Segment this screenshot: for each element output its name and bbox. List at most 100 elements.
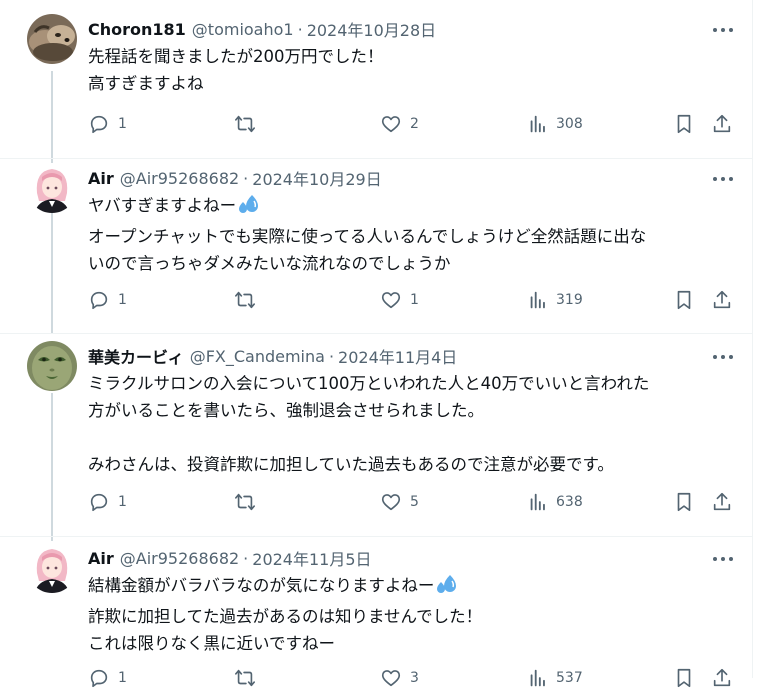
divider bbox=[0, 158, 752, 159]
action-bar: 1 2 308 bbox=[88, 112, 743, 136]
post-text: ミラクルサロンの入会について100万といわれた人と40万でいいと言われた 方がい… bbox=[88, 370, 743, 478]
reply-count: 1 bbox=[118, 670, 127, 686]
post[interactable]: Air @Air95268682 · 2024年11月5日 結構金額がバラバラな… bbox=[0, 543, 752, 688]
like-icon bbox=[380, 113, 402, 135]
post-text-line: ヤバすぎますよねー bbox=[88, 196, 237, 215]
post-text-line: いので言っちゃダメみたいな流れなのでしょうか bbox=[88, 254, 451, 273]
post[interactable]: Choron181 @tomioaho1 · 2024年10月28日 先程話を聞… bbox=[0, 14, 752, 154]
views-icon bbox=[528, 113, 548, 135]
action-bar: 1 5 638 bbox=[88, 490, 743, 514]
reply-count: 1 bbox=[118, 116, 127, 132]
views-count: 638 bbox=[556, 494, 583, 510]
dog-photo-avatar[interactable] bbox=[27, 14, 77, 64]
author-handle[interactable]: @Air95268682 bbox=[120, 169, 239, 188]
post-date[interactable]: 2024年11月4日 bbox=[338, 344, 457, 368]
separator: · bbox=[243, 548, 249, 568]
reply-icon bbox=[88, 113, 110, 135]
like-count: 3 bbox=[410, 670, 419, 686]
share-icon[interactable] bbox=[711, 490, 733, 514]
like-icon bbox=[380, 491, 402, 513]
post-text-blank-line bbox=[88, 424, 743, 451]
sweat-droplets-emoji bbox=[238, 193, 262, 223]
retweet-icon bbox=[233, 491, 257, 513]
more-icon[interactable] bbox=[710, 169, 736, 189]
views-count: 308 bbox=[556, 116, 583, 132]
bookmark-icon[interactable] bbox=[674, 112, 694, 136]
reply-count: 1 bbox=[118, 494, 127, 510]
post-text-line: みわさんは、投資詐欺に加担していた過去もあるので注意が必要です。 bbox=[88, 455, 614, 474]
reply-button[interactable]: 1 bbox=[88, 490, 127, 514]
retweet-button[interactable] bbox=[233, 112, 265, 136]
post-date[interactable]: 2024年11月5日 bbox=[252, 546, 371, 570]
reply-button[interactable]: 1 bbox=[88, 288, 127, 312]
anime-girl-avatar[interactable] bbox=[27, 163, 77, 213]
like-icon bbox=[380, 667, 402, 689]
like-button[interactable]: 1 bbox=[380, 288, 419, 312]
views-icon bbox=[528, 491, 548, 513]
share-icon[interactable] bbox=[711, 666, 733, 690]
post-date[interactable]: 2024年10月28日 bbox=[307, 17, 436, 41]
separator: · bbox=[297, 19, 303, 39]
author-name[interactable]: Choron181 bbox=[88, 20, 186, 39]
post[interactable]: 華美カービィ @FX_Candemina · 2024年11月4日 ミラクルサロ… bbox=[0, 341, 752, 536]
retweet-button[interactable] bbox=[233, 666, 265, 690]
post-text: 結構金額がバラバラなのが気になりますよねー 詐欺に加担してた過去があるのは知りま… bbox=[88, 572, 743, 657]
views-count: 319 bbox=[556, 292, 583, 308]
author-name[interactable]: 華美カービィ bbox=[88, 344, 184, 368]
views-button[interactable]: 319 bbox=[528, 288, 583, 312]
post-text-line: 方がいることを書いたら、強制退会させられました。 bbox=[88, 401, 484, 420]
separator: · bbox=[328, 346, 335, 366]
views-button[interactable]: 638 bbox=[528, 490, 583, 514]
anime-girl-avatar[interactable] bbox=[27, 543, 77, 593]
post-text-line: 結構金額がバラバラなのが気になりますよねー bbox=[88, 576, 435, 595]
author-handle[interactable]: @Air95268682 bbox=[120, 549, 239, 568]
like-button[interactable]: 2 bbox=[380, 112, 419, 136]
post-date[interactable]: 2024年10月29日 bbox=[252, 166, 381, 190]
author-handle[interactable]: @tomioaho1 bbox=[192, 20, 294, 39]
action-bar: 1 3 537 bbox=[88, 666, 743, 690]
bookmark-icon[interactable] bbox=[674, 288, 694, 312]
retweet-icon bbox=[233, 289, 257, 311]
share-icon[interactable] bbox=[711, 112, 733, 136]
bookmark-icon[interactable] bbox=[674, 490, 694, 514]
views-button[interactable]: 308 bbox=[528, 112, 583, 136]
author-handle[interactable]: @FX_Candemina bbox=[190, 347, 325, 366]
reply-icon bbox=[88, 289, 110, 311]
reply-button[interactable]: 1 bbox=[88, 112, 127, 136]
more-icon[interactable] bbox=[710, 20, 736, 40]
retweet-icon bbox=[233, 667, 257, 689]
retweet-icon bbox=[233, 113, 257, 135]
like-icon bbox=[380, 289, 402, 311]
more-icon[interactable] bbox=[710, 347, 736, 367]
like-count: 2 bbox=[410, 116, 419, 132]
like-button[interactable]: 3 bbox=[380, 666, 419, 690]
reply-icon bbox=[88, 667, 110, 689]
reply-icon bbox=[88, 491, 110, 513]
like-count: 5 bbox=[410, 494, 419, 510]
post-text-line: 先程話を聞きましたが200万円でした！ bbox=[88, 47, 384, 66]
retweet-button[interactable] bbox=[233, 288, 265, 312]
green-face-avatar[interactable] bbox=[27, 341, 77, 391]
author-name[interactable]: Air bbox=[88, 169, 114, 188]
like-count: 1 bbox=[410, 292, 419, 308]
author-name[interactable]: Air bbox=[88, 549, 114, 568]
post-text-line: 高すぎますよね bbox=[88, 74, 204, 93]
timeline-border bbox=[752, 0, 753, 678]
post-text-line: ミラクルサロンの入会について100万といわれた人と40万でいいと言われた bbox=[88, 374, 650, 393]
post-text: ヤバすぎますよねー オープンチャットでも実際に使ってる人いるんでしょうけど全然話… bbox=[88, 192, 743, 277]
views-icon bbox=[528, 667, 548, 689]
reply-button[interactable]: 1 bbox=[88, 666, 127, 690]
action-bar: 1 1 319 bbox=[88, 288, 743, 312]
like-button[interactable]: 5 bbox=[380, 490, 419, 514]
views-count: 537 bbox=[556, 670, 583, 686]
post-text-line: これは限りなく黒に近いですねー bbox=[88, 634, 336, 653]
views-button[interactable]: 537 bbox=[528, 666, 583, 690]
post[interactable]: Air @Air95268682 · 2024年10月29日 ヤバすぎますよねー… bbox=[0, 163, 752, 333]
more-icon[interactable] bbox=[710, 549, 736, 569]
divider bbox=[0, 536, 752, 537]
reply-count: 1 bbox=[118, 292, 127, 308]
post-text: 先程話を聞きましたが200万円でした！ 高すぎますよね bbox=[88, 43, 743, 97]
retweet-button[interactable] bbox=[233, 490, 265, 514]
bookmark-icon[interactable] bbox=[674, 666, 694, 690]
share-icon[interactable] bbox=[711, 288, 733, 312]
